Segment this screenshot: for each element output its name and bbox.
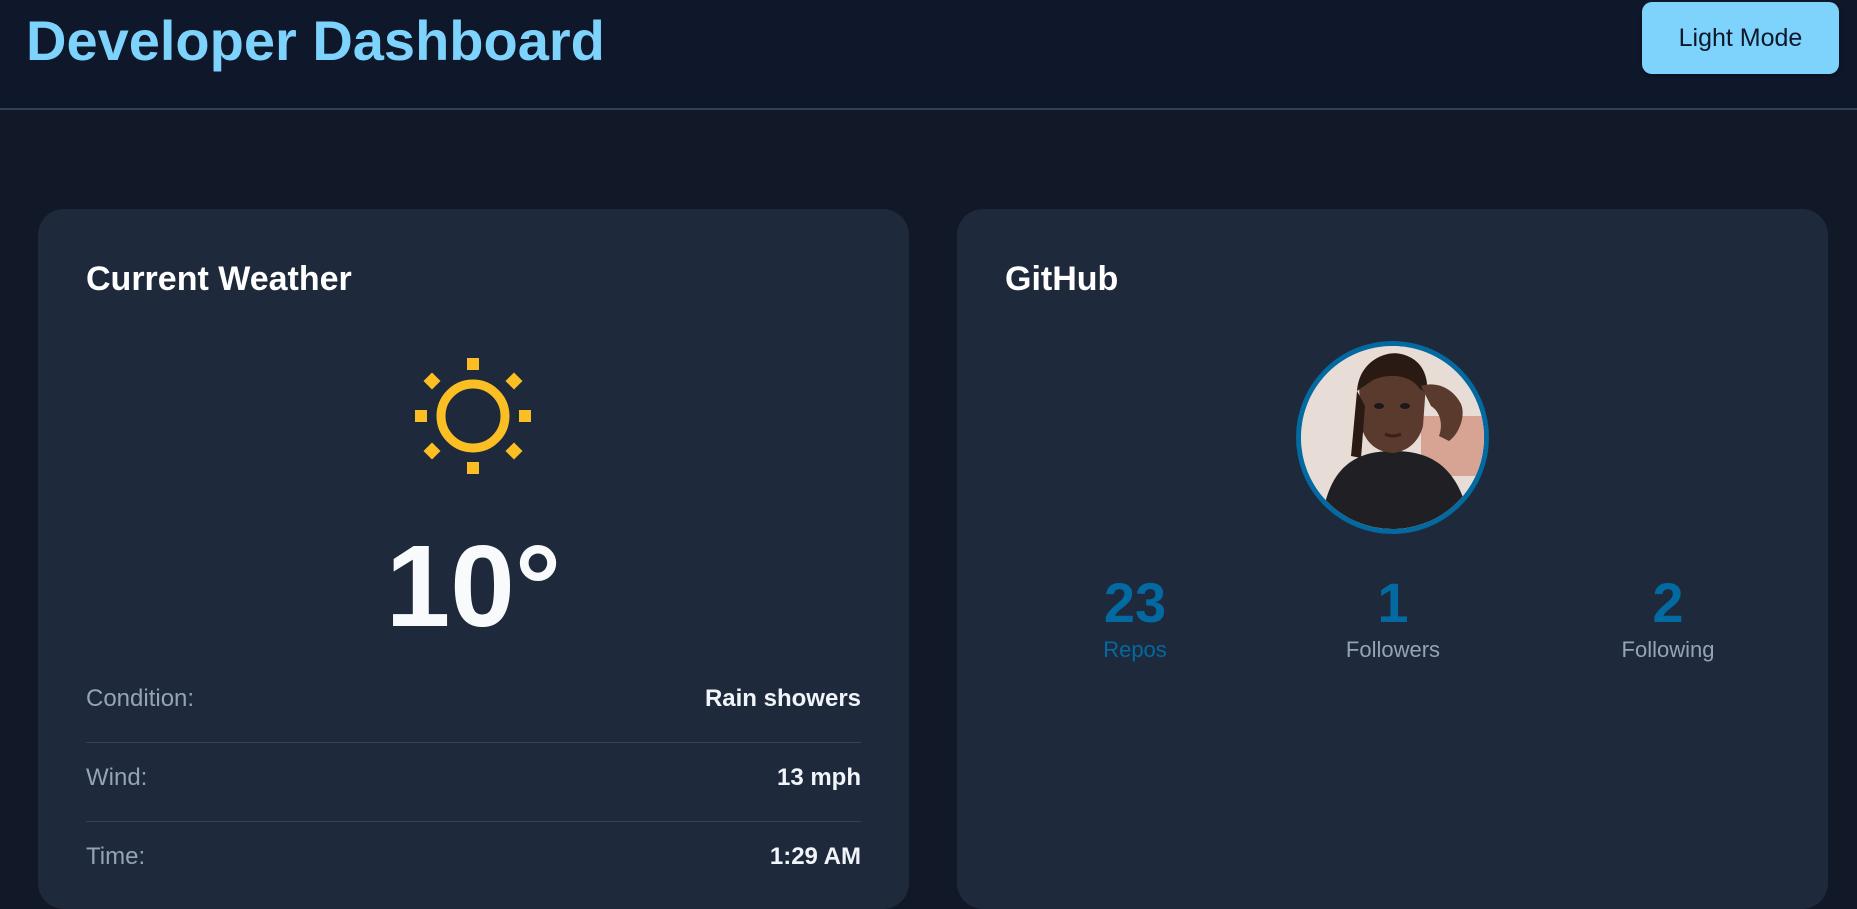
weather-detail-row: Condition: Rain showers	[86, 664, 861, 743]
temperature-value: 10°	[385, 521, 562, 651]
following-label: Following	[1621, 637, 1715, 662]
following-count: 2	[1652, 571, 1684, 634]
avatar[interactable]	[1296, 341, 1489, 534]
sun-icon	[403, 346, 543, 486]
condition-value: Rain showers	[704, 685, 861, 712]
weather-detail-row: Time: 1:29 AM	[86, 822, 861, 901]
time-label: Time:	[86, 843, 146, 870]
weather-details: Condition: Rain showers Wind: 13 mph Tim…	[86, 664, 861, 901]
github-card: GitHub 23 Repos 1 Followers 2 Following	[957, 209, 1828, 909]
followers-label: Followers	[1345, 637, 1441, 662]
followers-count: 1	[1377, 571, 1409, 634]
header: Developer Dashboard Light Mode	[0, 0, 1857, 110]
repos-label: Repos	[1103, 637, 1167, 662]
github-card-title: GitHub	[1005, 260, 1119, 298]
wind-label: Wind:	[86, 764, 148, 791]
time-value: 1:29 AM	[769, 843, 861, 870]
weather-card-title: Current Weather	[86, 260, 352, 298]
weather-detail-row: Wind: 13 mph	[86, 743, 861, 822]
condition-label: Condition:	[86, 685, 195, 712]
repos-count: 23	[1103, 571, 1167, 634]
followers-stat[interactable]: 1 Followers	[1293, 571, 1493, 665]
following-stat[interactable]: 2 Following	[1568, 571, 1768, 665]
weather-card: Current Weather 10° Condition: Rain show…	[38, 209, 909, 909]
wind-value: 13 mph	[776, 764, 861, 791]
repos-stat[interactable]: 23 Repos	[1035, 571, 1235, 665]
light-mode-button[interactable]: Light Mode	[1642, 2, 1839, 74]
page-title: Developer Dashboard	[26, 9, 605, 72]
